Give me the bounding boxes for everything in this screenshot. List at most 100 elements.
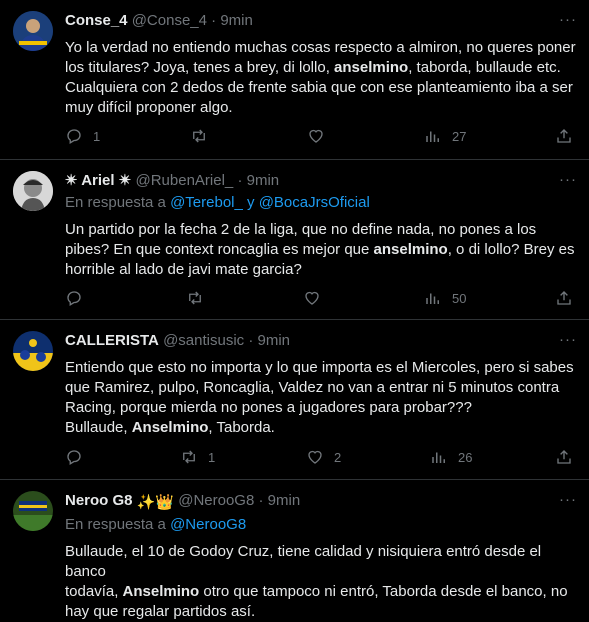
reply-button[interactable]: 1	[65, 126, 100, 146]
tweet-header: ✴ Ariel ✴ @RubenAriel_ · 9min	[65, 171, 577, 191]
text-segment: que Ramirez, pulpo, Roncaglia, Valdez no…	[65, 379, 560, 396]
text-segment: horrible al lado de javi mate garcia?	[65, 261, 302, 278]
avatar[interactable]	[13, 331, 53, 371]
retweet-icon	[189, 291, 201, 305]
timestamp[interactable]: 9min	[258, 332, 291, 349]
heart-icon	[309, 129, 323, 143]
reply-icon	[67, 450, 81, 465]
sparkle-emoji: ✴	[65, 172, 78, 189]
reply-count: 1	[93, 128, 101, 144]
reply-target-link[interactable]: @NerooG8	[170, 516, 246, 533]
highlighted-term: anselmino	[373, 241, 448, 258]
display-name[interactable]: Neroo G8 ✨👑	[65, 492, 174, 511]
action-bar: 1 2 26	[0, 447, 589, 467]
views-button[interactable]: 26	[430, 447, 472, 467]
reply-context: En respuesta a @Terebol_ y @BocaJrsOfici…	[65, 193, 577, 213]
avatar-image	[13, 11, 53, 51]
tweet-text: Yo la verdad no entiendo muchas cosas re…	[65, 38, 577, 118]
reply-icon	[67, 129, 81, 144]
more-options-icon[interactable]: ···	[559, 331, 577, 348]
text-segment: Bullaude, el 10 de Godoy Cruz, tiene cal…	[65, 543, 542, 580]
avatar[interactable]	[13, 171, 53, 211]
highlighted-term: anselmino	[334, 59, 409, 76]
views-button[interactable]: 50	[424, 288, 466, 308]
handle[interactable]: @RubenAriel_	[135, 172, 233, 189]
like-button[interactable]: 2	[306, 447, 341, 467]
reply-label: En respuesta a	[65, 516, 166, 533]
retweet-icon	[193, 129, 205, 143]
more-options-icon[interactable]: ···	[559, 171, 577, 188]
retweet-button[interactable]	[190, 126, 218, 146]
heart-icon	[305, 291, 319, 305]
tweet-header: Conse_4 @Conse_4 · 9min	[65, 11, 577, 31]
retweet-icon	[183, 450, 195, 464]
tweet-text-line: Entiendo que esto no importa y lo que im…	[65, 358, 577, 378]
action-bar: 1 27	[0, 126, 589, 146]
avatar[interactable]	[13, 11, 53, 51]
views-count: 26	[458, 449, 473, 465]
more-options-icon[interactable]: ···	[559, 11, 577, 28]
share-button[interactable]	[555, 447, 573, 467]
tweet-text-line: Racing, porque mierda no pones a jugador…	[65, 398, 577, 418]
tweet-header: CALLERISTA @santisusic · 9min	[65, 331, 577, 351]
text-segment: Entiendo que esto no importa y lo que im…	[65, 359, 574, 376]
action-bar: 50	[0, 288, 589, 308]
tweet[interactable]: Neroo G8 ✨👑 @NerooG8 · 9min ··· En respu…	[0, 480, 589, 620]
like-count: 2	[334, 449, 342, 465]
timestamp[interactable]: 9min	[220, 12, 253, 29]
avatar-image	[13, 491, 53, 531]
share-button[interactable]	[555, 288, 573, 308]
reply-target-link[interactable]: @Terebol_	[170, 194, 243, 211]
display-name-text: Neroo G8	[65, 492, 133, 509]
text-segment: pibes? En que context roncaglia es mejor…	[65, 241, 374, 258]
separator-dot: ·	[237, 172, 243, 189]
display-name[interactable]: Conse_4	[65, 12, 128, 29]
reply-target-link[interactable]: @BocaJrsOficial	[259, 194, 370, 211]
reply-button[interactable]	[65, 447, 93, 467]
retweet-count: 1	[208, 449, 216, 465]
handle[interactable]: @santisusic	[163, 332, 244, 349]
avatar[interactable]	[13, 491, 53, 531]
text-segment: Racing, porque mierda no pones a jugador…	[65, 399, 472, 416]
timestamp[interactable]: 9min	[268, 492, 301, 509]
retweet-button[interactable]: 1	[180, 447, 215, 467]
like-button[interactable]	[307, 126, 335, 146]
display-name-text: Ariel	[81, 172, 115, 189]
heart-icon	[308, 450, 322, 464]
avatar-image	[13, 331, 53, 371]
separator-dot: ·	[211, 12, 217, 29]
text-segment: Bullaude,	[65, 419, 132, 436]
display-name[interactable]: ✴ Ariel ✴	[65, 172, 131, 189]
share-icon	[557, 129, 571, 143]
handle[interactable]: @Conse_4	[132, 12, 207, 29]
sparkle-crown-emoji: ✨👑	[136, 494, 175, 511]
display-name[interactable]: CALLERISTA	[65, 332, 159, 349]
views-icon	[432, 452, 445, 463]
handle[interactable]: @NerooG8	[178, 492, 254, 509]
tweet[interactable]: CALLERISTA @santisusic · 9min ··· Entien…	[0, 320, 589, 480]
text-segment: hay que regalar partidos así.	[65, 603, 256, 620]
text-segment: todavía,	[65, 583, 123, 600]
tweet-text-line: Yo la verdad no entiendo muchas cosas re…	[65, 38, 577, 58]
tweet-text-line: Cualquiera con 2 dedos de frente sabia q…	[65, 78, 577, 98]
highlighted-term: Anselmino	[131, 419, 209, 436]
more-options-icon[interactable]: ···	[559, 491, 577, 508]
text-segment: otro que tampoco ni entró, Taborda desde…	[199, 583, 568, 600]
text-segment: los titulares? Joya, tenes a brey, di lo…	[65, 59, 335, 76]
timestamp[interactable]: 9min	[247, 172, 280, 189]
views-count: 50	[452, 290, 467, 306]
share-button[interactable]	[555, 126, 573, 146]
highlighted-term: Anselmino	[122, 583, 200, 600]
reply-button[interactable]	[65, 288, 93, 308]
text-segment: , o di lollo? Brey es	[447, 241, 575, 258]
views-icon	[426, 293, 439, 304]
tweet[interactable]: Conse_4 @Conse_4 · 9min ··· Yo la verdad…	[0, 0, 589, 160]
tweet-text: Un partido por la fecha 2 de la liga, qu…	[65, 220, 577, 280]
share-icon	[557, 450, 571, 464]
like-button[interactable]	[303, 288, 331, 308]
tweet[interactable]: ✴ Ariel ✴ @RubenAriel_ · 9min ··· En res…	[0, 160, 589, 320]
text-segment: , taborda, bullaude etc.	[408, 59, 561, 76]
tweet-text-line: horrible al lado de javi mate garcia?	[65, 260, 577, 280]
retweet-button[interactable]	[186, 288, 214, 308]
views-button[interactable]: 27	[424, 126, 466, 146]
